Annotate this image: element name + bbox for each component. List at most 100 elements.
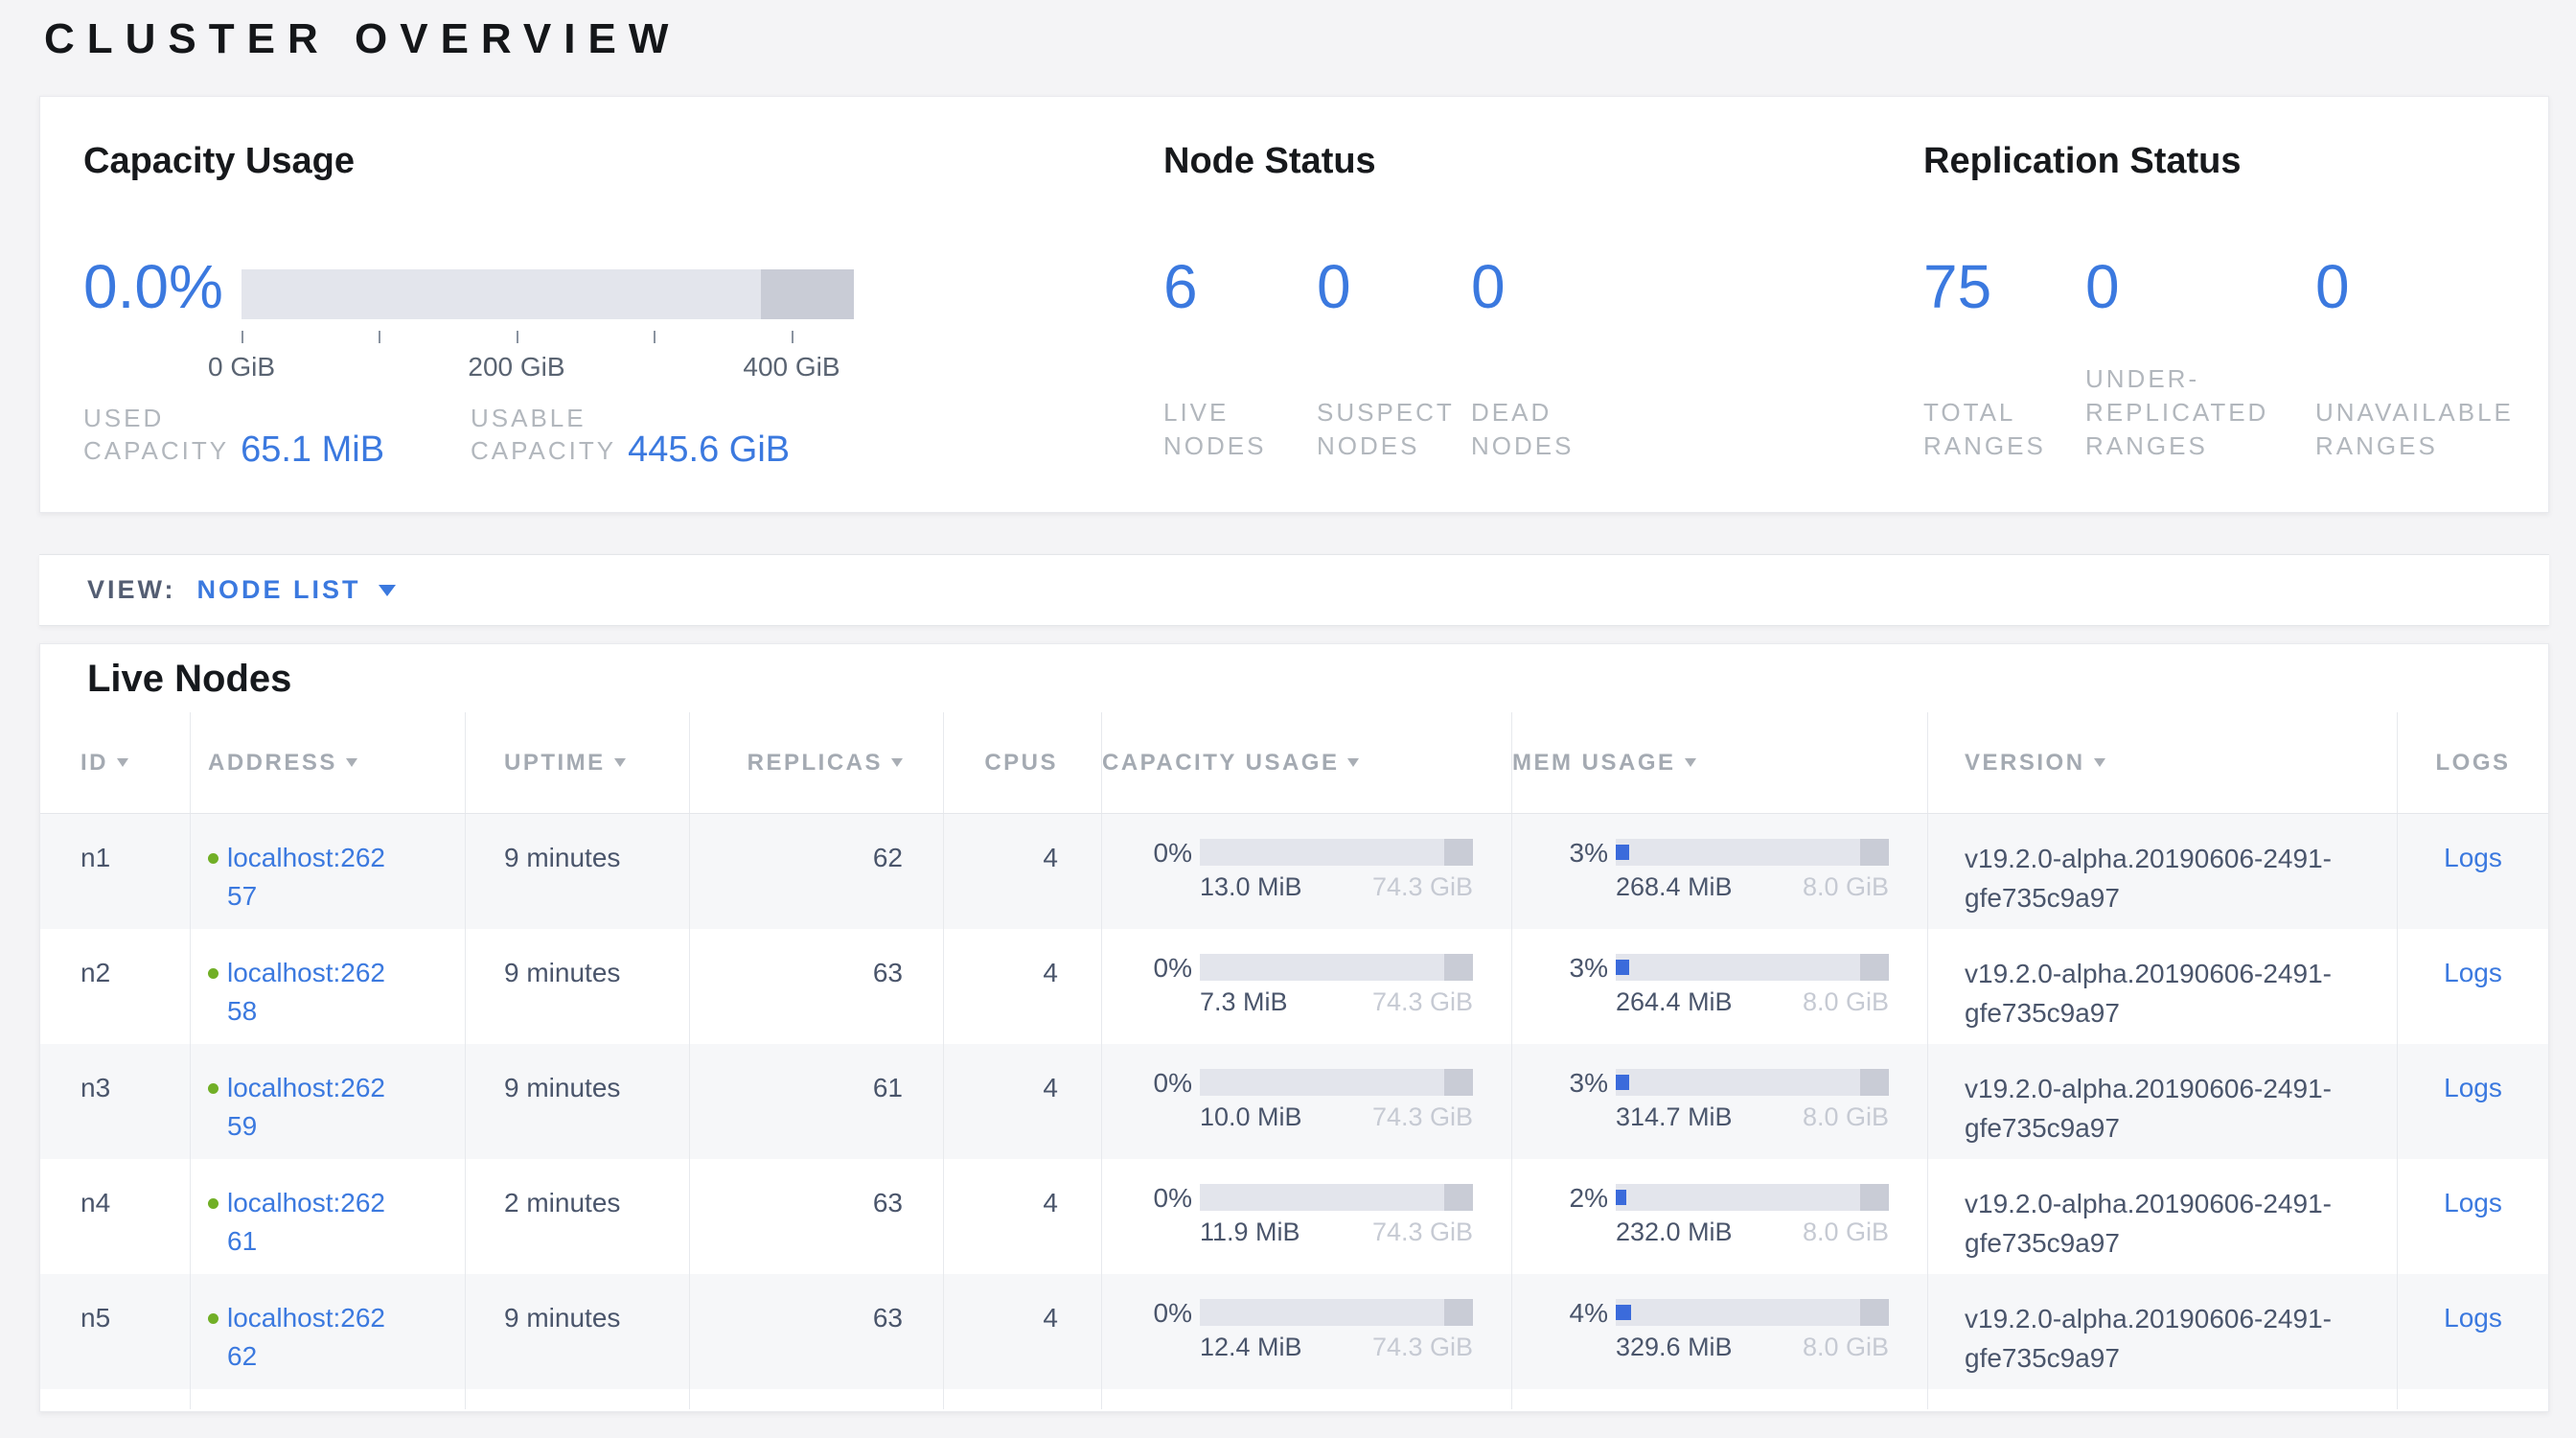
node-address-link[interactable]: localhost:26258: [227, 954, 398, 1031]
node-status-value: 0: [1471, 255, 1574, 318]
live-status-dot-icon: [208, 968, 218, 979]
column-header-id[interactable]: ID: [40, 712, 190, 813]
table-row: n5localhost:262629 minutes6340%12.4 MiB7…: [40, 1274, 2548, 1389]
view-dropdown-value[interactable]: NODE LIST: [197, 575, 361, 605]
capacity-usage-title: Capacity Usage: [83, 141, 355, 182]
capacity-usage-widget: 0%11.9 MiB74.3 GiB: [1102, 1184, 1511, 1246]
capacity-total-value: 74.3 GiB: [1372, 1333, 1473, 1361]
table-row: n2localhost:262589 minutes6340%7.3 MiB74…: [40, 929, 2548, 1044]
capacity-total-value: 74.3 GiB: [1372, 872, 1473, 901]
capacity-total-value: 74.3 GiB: [1372, 987, 1473, 1016]
capacity-usage-bar: [1200, 839, 1473, 866]
column-header-address[interactable]: ADDRESS: [190, 712, 465, 813]
capacity-total-value: 74.3 GiB: [1372, 1102, 1473, 1131]
sort-arrow-icon: [2094, 758, 2105, 767]
mem-usage-percent: 2%: [1512, 1184, 1608, 1246]
uptime-cell: 9 minutes: [465, 1044, 689, 1159]
capacity-usage-cell: 0%11.9 MiB74.3 GiB: [1101, 1159, 1511, 1274]
logs-link[interactable]: Logs: [2444, 1188, 2502, 1218]
axis-tick: [379, 331, 380, 343]
mem-total-value: 8.0 GiB: [1803, 1102, 1889, 1131]
usable-capacity-stat: USABLE CAPACITY 445.6 GiB: [471, 402, 790, 467]
node-address-cell: localhost:26259: [190, 1044, 465, 1159]
bar-reserved-segment: [1860, 1184, 1889, 1211]
live-nodes-panel: Live Nodes IDADDRESSUPTIMEREPLICASCPUSCA…: [39, 643, 2549, 1412]
node-address-link[interactable]: localhost:26262: [227, 1299, 398, 1376]
column-header-version[interactable]: VERSION: [1927, 712, 2397, 813]
mem-usage-bar: [1616, 1069, 1889, 1096]
version-cell: v19.2.0-alpha.20190606-2491-gfe735c9a97: [1927, 1159, 2397, 1274]
uptime-cell: 9 minutes: [465, 929, 689, 1044]
column-header-label: MEM USAGE: [1512, 750, 1676, 777]
node-address-link[interactable]: localhost:26261: [227, 1184, 398, 1261]
column-header-capacity-usage[interactable]: CAPACITY USAGE: [1101, 712, 1511, 813]
column-header-replicas[interactable]: REPLICAS: [689, 712, 943, 813]
node-address-link[interactable]: localhost:26257: [227, 839, 398, 916]
capacity-bar-track: [242, 269, 854, 319]
version-cell: v19.2.0-alpha.20190606-2491-gfe735c9a97: [1927, 929, 2397, 1044]
capacity-used-value: 13.0 MiB: [1200, 872, 1302, 901]
version-text: v19.2.0-alpha.20190606-2491-gfe735c9a97: [1965, 1299, 2359, 1378]
logs-cell: Logs: [2397, 1159, 2548, 1274]
view-label: VIEW:: [87, 575, 176, 605]
used-capacity-stat: USED CAPACITY 65.1 MiB: [83, 402, 384, 467]
uptime-cell: 9 minutes: [465, 814, 689, 929]
uptime-cell: 2 minutes: [465, 1159, 689, 1274]
cpus-cell: 4: [943, 929, 1101, 1044]
bar-reserved-segment: [1860, 1299, 1889, 1326]
replication-status-label: UNAVAILABLERANGES: [2315, 396, 2514, 463]
live-status-dot-icon: [208, 1313, 218, 1324]
version-cell: v19.2.0-alpha.20190606-2491-gfe735c9a97: [1927, 814, 2397, 929]
logs-link[interactable]: Logs: [2444, 1073, 2502, 1102]
axis-label: 200 GiB: [440, 352, 593, 383]
column-header-cpus: CPUS: [943, 712, 1101, 813]
column-header-label: ADDRESS: [208, 750, 337, 777]
table-body: n1localhost:262579 minutes6240%13.0 MiB7…: [40, 814, 2548, 1389]
axis-tick: [792, 331, 794, 343]
column-header-uptime[interactable]: UPTIME: [465, 712, 689, 813]
live-status-dot-icon: [208, 1083, 218, 1094]
mem-usage-cell: 3%264.4 MiB8.0 GiB: [1511, 929, 1927, 1044]
mem-usage-percent: 3%: [1512, 954, 1608, 1016]
replication-status-stat: 0UNAVAILABLERANGES: [2315, 255, 2514, 463]
node-address-link[interactable]: localhost:26259: [227, 1069, 398, 1146]
capacity-used-value: 7.3 MiB: [1200, 987, 1288, 1016]
capacity-usage-percent: 0%: [1102, 1184, 1192, 1246]
column-header-mem-usage[interactable]: MEM USAGE: [1511, 712, 1927, 813]
table-row: n1localhost:262579 minutes6240%13.0 MiB7…: [40, 814, 2548, 929]
replication-status-value: 75: [1923, 255, 2085, 318]
view-bar: VIEW: NODE LIST: [39, 554, 2549, 626]
axis-tick: [654, 331, 656, 343]
logs-link[interactable]: Logs: [2444, 958, 2502, 987]
replicas-cell: 63: [689, 929, 943, 1044]
axis-label: 400 GiB: [715, 352, 868, 383]
chevron-down-icon: [379, 585, 396, 596]
sort-arrow-icon: [891, 758, 903, 767]
column-header-label: CPUS: [984, 750, 1058, 777]
capacity-usage-cell: 0%10.0 MiB74.3 GiB: [1101, 1044, 1511, 1159]
capacity-usage-percent: 0%: [1102, 839, 1192, 901]
bar-used-fill: [1616, 1305, 1631, 1320]
mem-usage-widget: 2%232.0 MiB8.0 GiB: [1512, 1184, 1927, 1246]
node-status-title: Node Status: [1163, 141, 1376, 182]
mem-usage-bar: [1616, 839, 1889, 866]
view-dropdown[interactable]: NODE LIST: [197, 575, 396, 605]
capacity-usage-percent: 0%: [1102, 1069, 1192, 1131]
mem-usage-widget: 3%314.7 MiB8.0 GiB: [1512, 1069, 1927, 1131]
logs-link[interactable]: Logs: [2444, 1303, 2502, 1333]
usable-capacity-label: USABLE CAPACITY: [471, 402, 616, 467]
mem-total-value: 8.0 GiB: [1803, 872, 1889, 901]
node-address-cell: localhost:26258: [190, 929, 465, 1044]
capacity-usage-bar: [1200, 1299, 1473, 1326]
capacity-usage-bar: [1200, 1184, 1473, 1211]
replication-status-stat: 75TOTALRANGES: [1923, 255, 2085, 463]
mem-usage-bar: [1616, 954, 1889, 981]
capacity-used-value: 11.9 MiB: [1200, 1218, 1300, 1246]
summary-panel: Capacity Usage 0.0% 0 GiB 200 GiB 400 Gi…: [39, 96, 2549, 513]
logs-link[interactable]: Logs: [2444, 843, 2502, 872]
table-row: n4localhost:262612 minutes6340%11.9 MiB7…: [40, 1159, 2548, 1274]
used-capacity-label: USED CAPACITY: [83, 402, 229, 467]
mem-usage-bar: [1616, 1299, 1889, 1326]
capacity-bar-reserved: [761, 269, 854, 319]
node-status-stats: 6LIVENODES0SUSPECTNODES0DEADNODES: [1163, 255, 1574, 463]
